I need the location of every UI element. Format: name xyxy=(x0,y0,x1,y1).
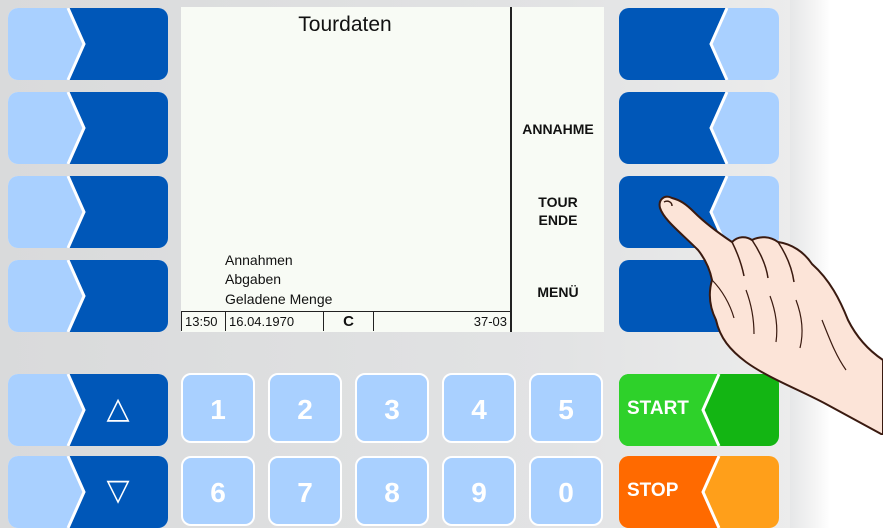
arrow-up-key[interactable]: △ xyxy=(8,374,168,446)
key-1[interactable]: 1 xyxy=(181,373,255,443)
status-bar: 13:50 16.04.1970 C 37-03 xyxy=(181,311,510,331)
key-6[interactable]: 6 xyxy=(181,456,255,526)
left-softkey-1[interactable] xyxy=(8,8,168,80)
left-softkey-3[interactable] xyxy=(8,176,168,248)
softkey-label-annahme: ANNAHME xyxy=(522,121,594,137)
screen-title: Tourdaten xyxy=(298,13,392,36)
key-0[interactable]: 0 xyxy=(529,456,603,526)
softkey-label-menu: MENÜ xyxy=(537,284,579,300)
right-softkey-1[interactable] xyxy=(619,8,779,80)
softkey-label-ende: ENDE xyxy=(538,212,578,228)
key-5[interactable]: 5 xyxy=(529,373,603,443)
softkey-label-tour-ende: TOUR ENDE xyxy=(512,193,604,229)
status-date: 16.04.1970 xyxy=(226,312,324,331)
arrow-down-key[interactable]: ▽ xyxy=(8,456,168,528)
key-4[interactable]: 4 xyxy=(442,373,516,443)
arrow-up-icon: △ xyxy=(106,391,130,426)
info-annahmen: Annahmen xyxy=(225,252,293,268)
key-7[interactable]: 7 xyxy=(268,456,342,526)
left-softkey-2[interactable] xyxy=(8,92,168,164)
status-time: 13:50 xyxy=(181,312,226,331)
left-softkey-4[interactable] xyxy=(8,260,168,332)
stop-label: STOP xyxy=(627,480,679,501)
stop-button[interactable]: STOP xyxy=(619,456,779,528)
status-code: 37-03 xyxy=(473,314,507,329)
arrow-down-icon: ▽ xyxy=(106,473,130,508)
right-softkey-annahme[interactable] xyxy=(619,92,779,164)
key-9[interactable]: 9 xyxy=(442,456,516,526)
status-mode: C xyxy=(324,312,374,331)
info-geladene-menge: Geladene Menge xyxy=(225,291,333,307)
key-8[interactable]: 8 xyxy=(355,456,429,526)
key-2[interactable]: 2 xyxy=(268,373,342,443)
key-3[interactable]: 3 xyxy=(355,373,429,443)
display-screen: Tourdaten ANNAHME TOUR ENDE MENÜ Annahme… xyxy=(181,7,604,332)
info-abgaben: Abgaben xyxy=(225,271,282,287)
pointing-hand-icon xyxy=(658,195,883,435)
softkey-label-tour: TOUR xyxy=(538,194,578,210)
